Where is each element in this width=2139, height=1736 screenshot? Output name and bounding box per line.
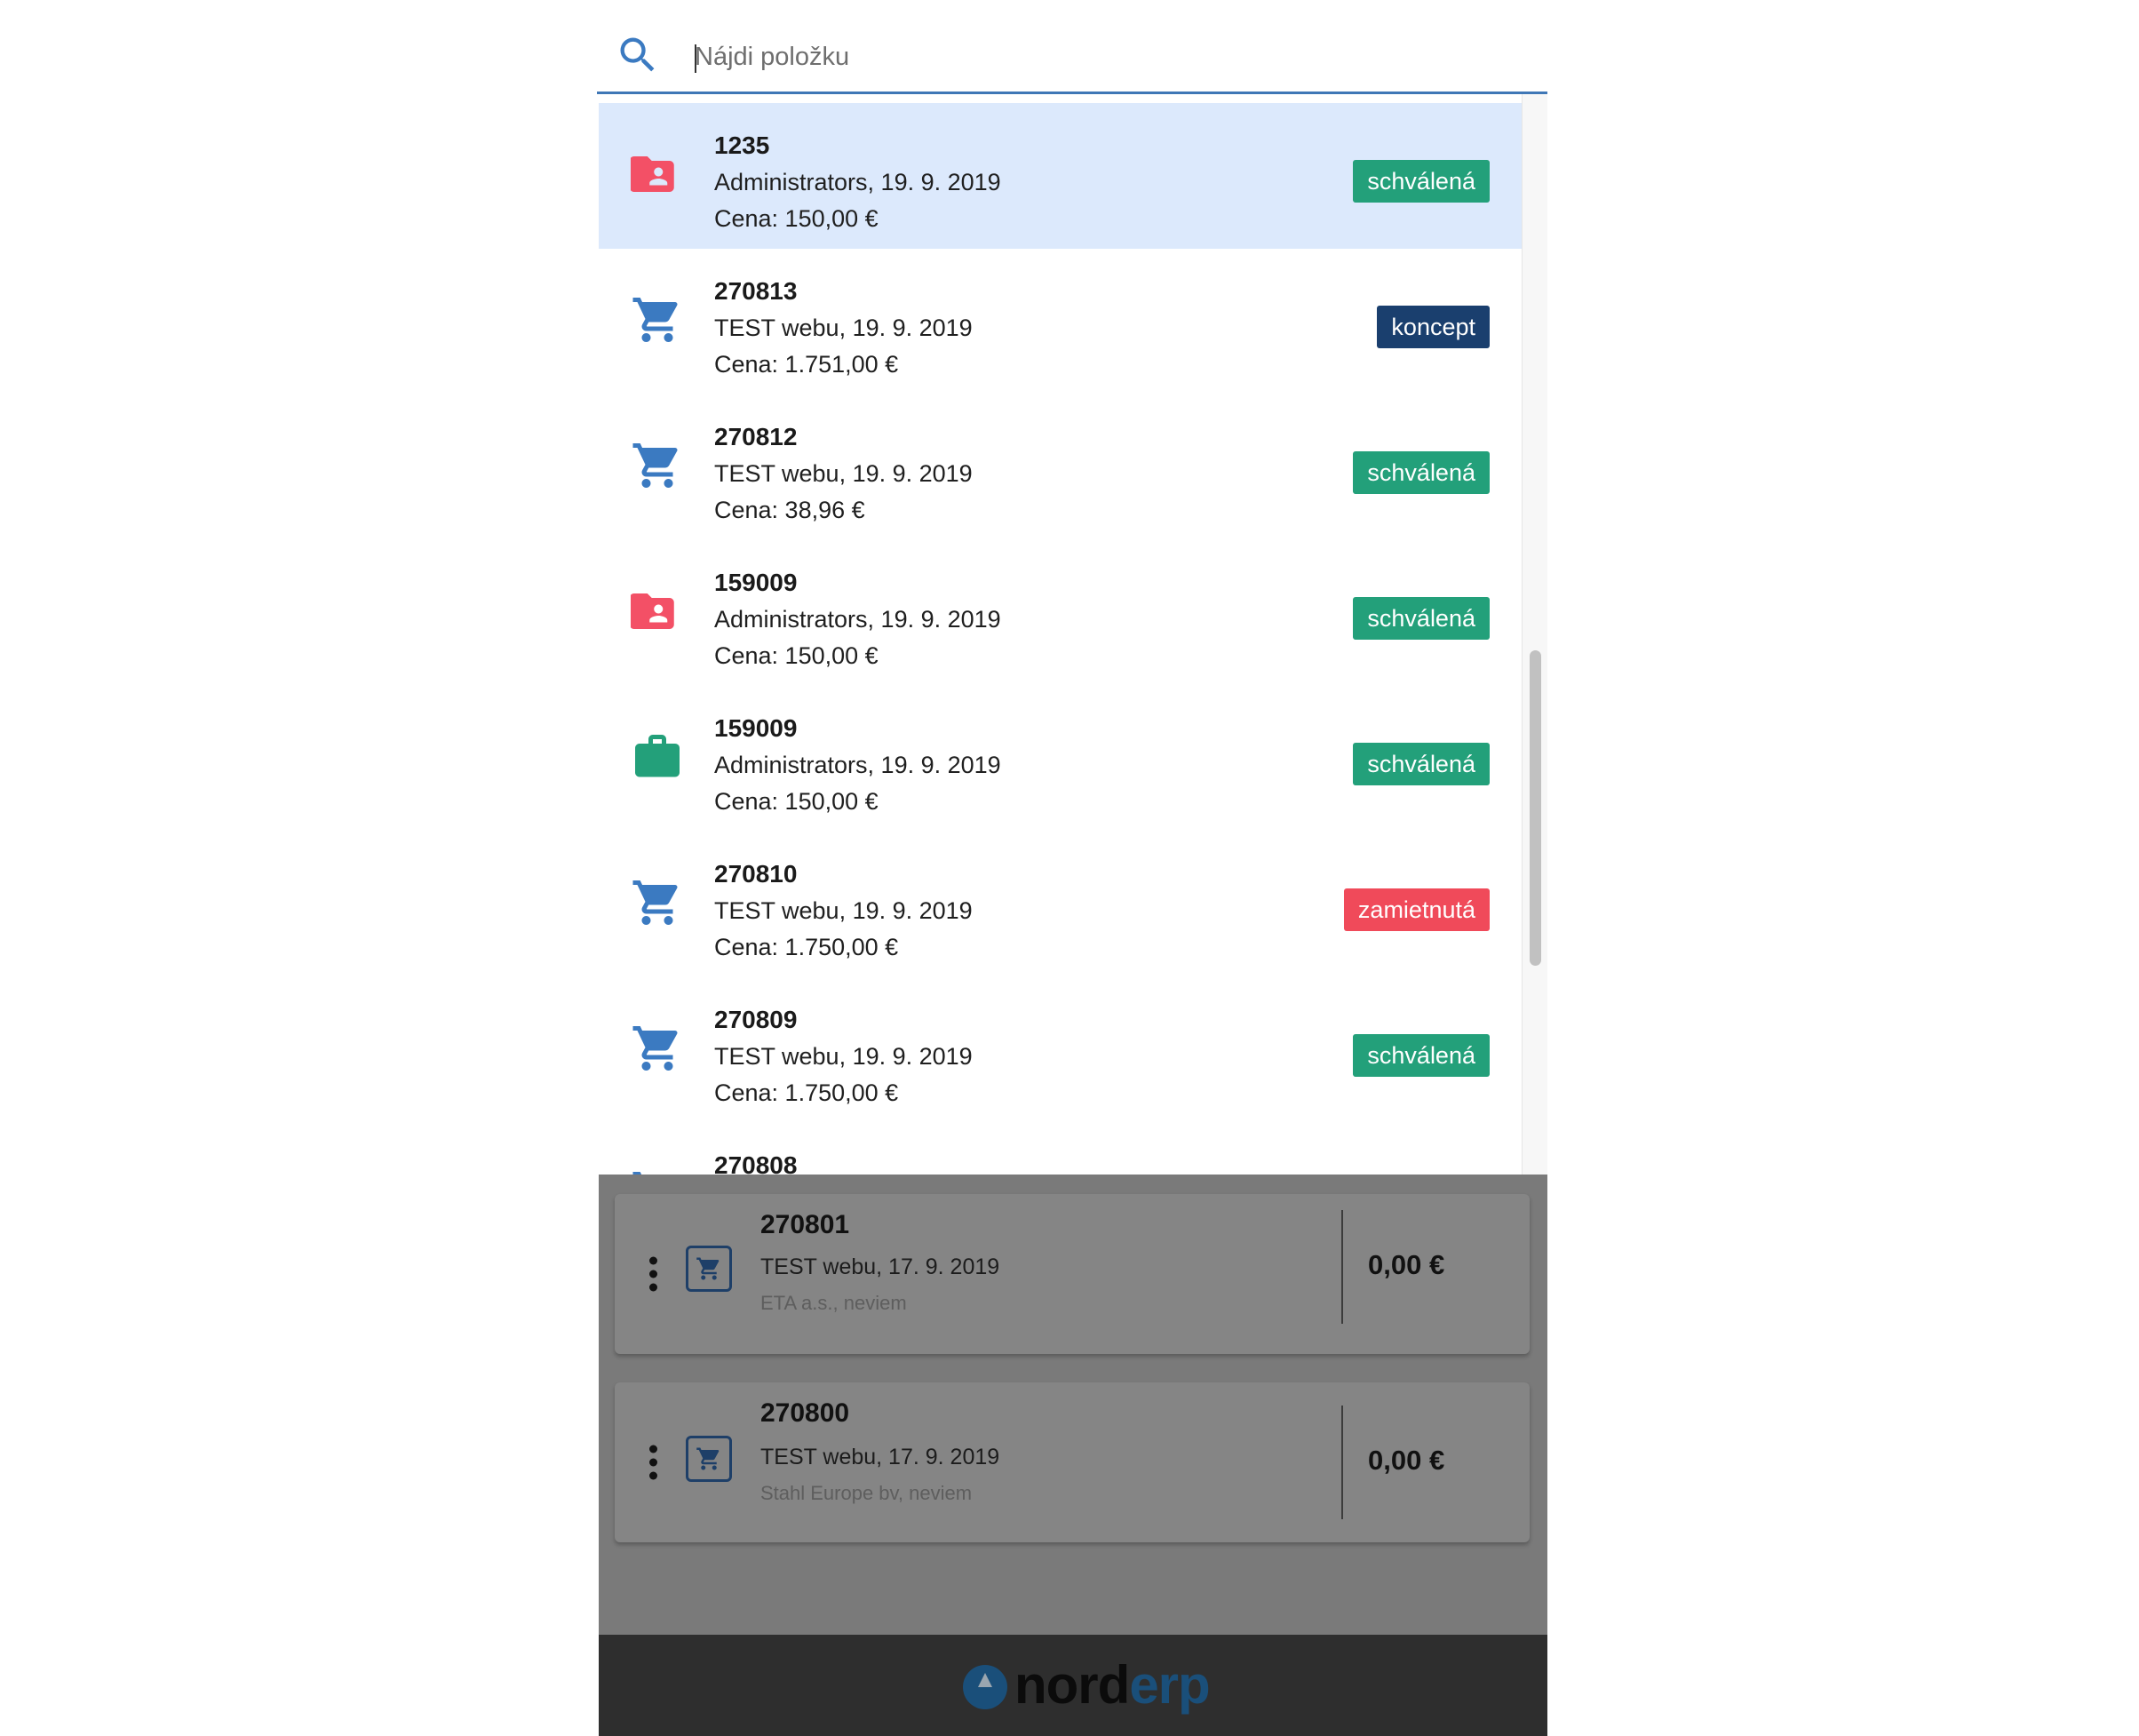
status-badge: koncept bbox=[1377, 306, 1490, 348]
search-results-list[interactable]: 1235 Administrators, 19. 9. 2019 Cena: 150… bbox=[599, 94, 1547, 1175]
search-result-item[interactable]: 270810 TEST webu, 19. 9. 2019 Cena: 1.750,… bbox=[599, 832, 1523, 977]
search-result-item[interactable]: 159009 Administrators, 19. 9. 2019 Cena: 1… bbox=[599, 686, 1523, 832]
result-info: TEST webu, 19. 9. 2019 bbox=[714, 315, 973, 341]
result-info: TEST webu, 19. 9. 2019 bbox=[714, 897, 973, 924]
cart-icon bbox=[631, 293, 684, 346]
cart-icon bbox=[686, 1436, 732, 1482]
card-price: 0,00 € bbox=[1368, 1249, 1445, 1280]
card-customer: ETA a.s., neviem bbox=[760, 1292, 907, 1314]
logo-text-nord: nord bbox=[1014, 1654, 1130, 1715]
app-frame: 270801 TEST webu, 17. 9. 2019 ETA a.s., … bbox=[597, 0, 1547, 1736]
cart-icon bbox=[631, 1167, 684, 1175]
search-result-item[interactable]: 270812 TEST webu, 19. 9. 2019 Cena: 38,96 … bbox=[599, 394, 1523, 540]
text-cursor bbox=[695, 44, 696, 73]
result-price: Cena: 1.750,00 € bbox=[714, 934, 899, 960]
footer: nord erp bbox=[599, 1635, 1547, 1736]
more-actions-icon[interactable] bbox=[648, 1445, 657, 1480]
logo-text-erp: erp bbox=[1129, 1654, 1210, 1715]
result-price: Cena: 150,00 € bbox=[714, 642, 879, 669]
scrollbar-thumb[interactable] bbox=[1530, 650, 1541, 966]
result-info: TEST webu, 19. 9. 2019 bbox=[714, 460, 973, 487]
result-number: 270813 bbox=[714, 277, 798, 305]
result-price: Cena: 38,96 € bbox=[714, 497, 865, 523]
card-divider bbox=[1341, 1406, 1343, 1519]
card-price: 0,00 € bbox=[1368, 1445, 1445, 1476]
result-number: 270809 bbox=[714, 1006, 798, 1033]
cart-icon bbox=[631, 1022, 684, 1075]
document-card[interactable]: 270801 TEST webu, 17. 9. 2019 ETA a.s., … bbox=[615, 1194, 1530, 1354]
search-result-item[interactable]: 270813 TEST webu, 19. 9. 2019 Cena: 1.751,… bbox=[599, 249, 1523, 394]
status-badge: schválená bbox=[1353, 1034, 1490, 1077]
compass-icon bbox=[963, 1665, 1007, 1709]
more-actions-icon[interactable] bbox=[648, 1256, 657, 1292]
result-info: Administrators, 19. 9. 2019 bbox=[714, 169, 1001, 195]
status-badge: schválená bbox=[1353, 160, 1490, 203]
search-bar bbox=[597, 0, 1547, 94]
norderp-logo: nord erp bbox=[963, 1654, 1211, 1715]
card-number: 270800 bbox=[760, 1398, 850, 1428]
result-number: 1235 bbox=[714, 131, 770, 159]
search-result-item[interactable]: 1235 Administrators, 19. 9. 2019 Cena: 150… bbox=[599, 103, 1523, 249]
search-result-item[interactable]: 159009 Administrators, 19. 9. 2019 Cena: 1… bbox=[599, 540, 1523, 686]
result-number: 159009 bbox=[714, 714, 798, 742]
status-badge: schválená bbox=[1353, 743, 1490, 785]
result-number: 270808 bbox=[714, 1151, 798, 1175]
card-info: TEST webu, 17. 9. 2019 bbox=[760, 1445, 1000, 1469]
result-number: 270812 bbox=[714, 423, 798, 450]
card-divider bbox=[1341, 1210, 1343, 1324]
document-card[interactable]: 270800 TEST webu, 17. 9. 2019 Stahl Euro… bbox=[615, 1382, 1530, 1542]
result-price: Cena: 1.751,00 € bbox=[714, 351, 899, 378]
status-badge: zamietnutá bbox=[1343, 888, 1490, 931]
card-number: 270801 bbox=[760, 1210, 850, 1239]
result-info: Administrators, 19. 9. 2019 bbox=[714, 606, 1001, 633]
search-result-item[interactable]: 270809 TEST webu, 19. 9. 2019 Cena: 1.750,… bbox=[599, 977, 1523, 1123]
folder-person-icon bbox=[629, 147, 684, 201]
cart-icon bbox=[631, 876, 684, 929]
status-badge: schválená bbox=[1353, 451, 1490, 494]
scrollbar[interactable] bbox=[1522, 94, 1547, 1175]
result-price: Cena: 150,00 € bbox=[714, 205, 879, 232]
card-customer: Stahl Europe bv, neviem bbox=[760, 1482, 973, 1504]
folder-person-icon bbox=[629, 585, 684, 638]
search-input[interactable] bbox=[695, 32, 1494, 82]
result-info: Administrators, 19. 9. 2019 bbox=[714, 752, 1001, 778]
result-price: Cena: 1.750,00 € bbox=[714, 1079, 899, 1106]
result-price: Cena: 150,00 € bbox=[714, 788, 879, 815]
search-icon[interactable] bbox=[615, 32, 661, 78]
search-result-item[interactable]: 270808 bbox=[599, 1123, 1523, 1175]
result-number: 270810 bbox=[714, 860, 798, 888]
cart-icon bbox=[686, 1246, 732, 1292]
card-info: TEST webu, 17. 9. 2019 bbox=[760, 1254, 1000, 1279]
cart-icon bbox=[631, 439, 684, 492]
status-badge: schválená bbox=[1353, 597, 1490, 640]
result-info: TEST webu, 19. 9. 2019 bbox=[714, 1043, 973, 1070]
briefcase-icon bbox=[631, 730, 684, 784]
result-number: 159009 bbox=[714, 569, 798, 596]
